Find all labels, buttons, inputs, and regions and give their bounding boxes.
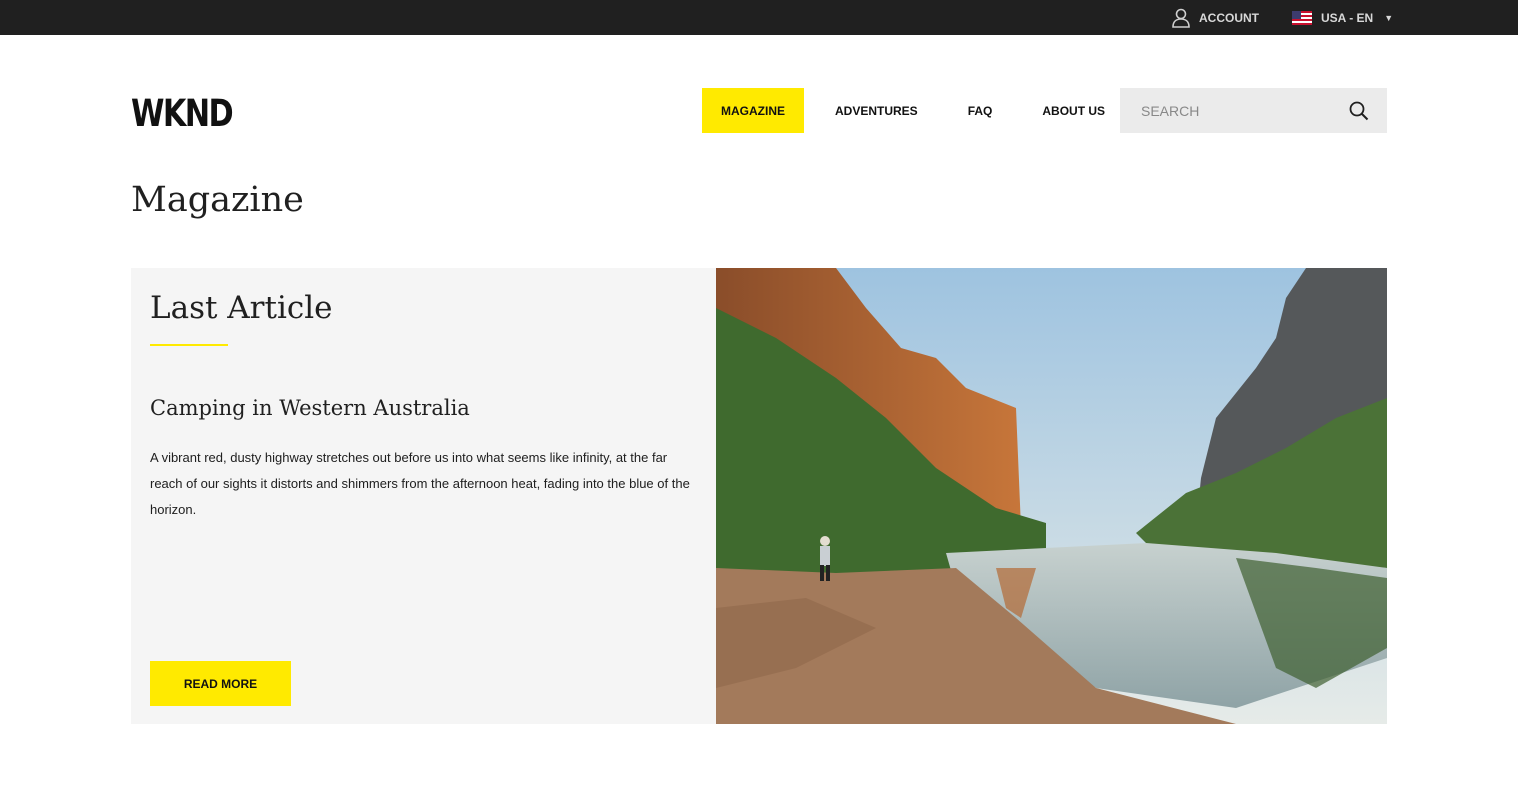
- search-input[interactable]: [1139, 101, 1343, 120]
- locale-label: USA - EN: [1321, 10, 1374, 25]
- article-title[interactable]: Camping in Western Australia: [150, 396, 470, 420]
- top-bar: ACCOUNT USA - EN ▼: [0, 0, 1518, 35]
- search-icon[interactable]: [1349, 101, 1369, 121]
- article-image[interactable]: [716, 268, 1387, 724]
- account-link[interactable]: ACCOUNT: [1172, 6, 1259, 29]
- heading-underline: [150, 344, 228, 346]
- last-article-card: Last Article Camping in Western Australi…: [131, 268, 716, 724]
- user-icon: [1172, 8, 1190, 28]
- card-heading: Last Article: [150, 290, 333, 326]
- nav-item-faq[interactable]: FAQ: [949, 88, 1012, 133]
- chevron-down-icon: ▼: [1384, 12, 1394, 23]
- nav-item-about-us[interactable]: ABOUT US: [1023, 88, 1124, 133]
- article-description: A vibrant red, dusty highway stretches o…: [150, 450, 690, 517]
- us-flag-icon: [1292, 10, 1312, 25]
- main-nav: MAGAZINE ADVENTURES FAQ ABOUT US: [702, 88, 1136, 133]
- nav-item-adventures[interactable]: ADVENTURES: [816, 88, 937, 133]
- read-more-button[interactable]: READ MORE: [150, 661, 291, 706]
- page-title: Magazine: [131, 180, 304, 220]
- logo[interactable]: WKND: [131, 92, 234, 135]
- site-header: WKND MAGAZINE ADVENTURES FAQ ABOUT US: [0, 35, 1518, 165]
- account-label: ACCOUNT: [1199, 10, 1259, 25]
- nav-item-magazine[interactable]: MAGAZINE: [702, 88, 804, 133]
- locale-selector[interactable]: USA - EN ▼: [1292, 6, 1393, 29]
- search-box: [1120, 88, 1387, 133]
